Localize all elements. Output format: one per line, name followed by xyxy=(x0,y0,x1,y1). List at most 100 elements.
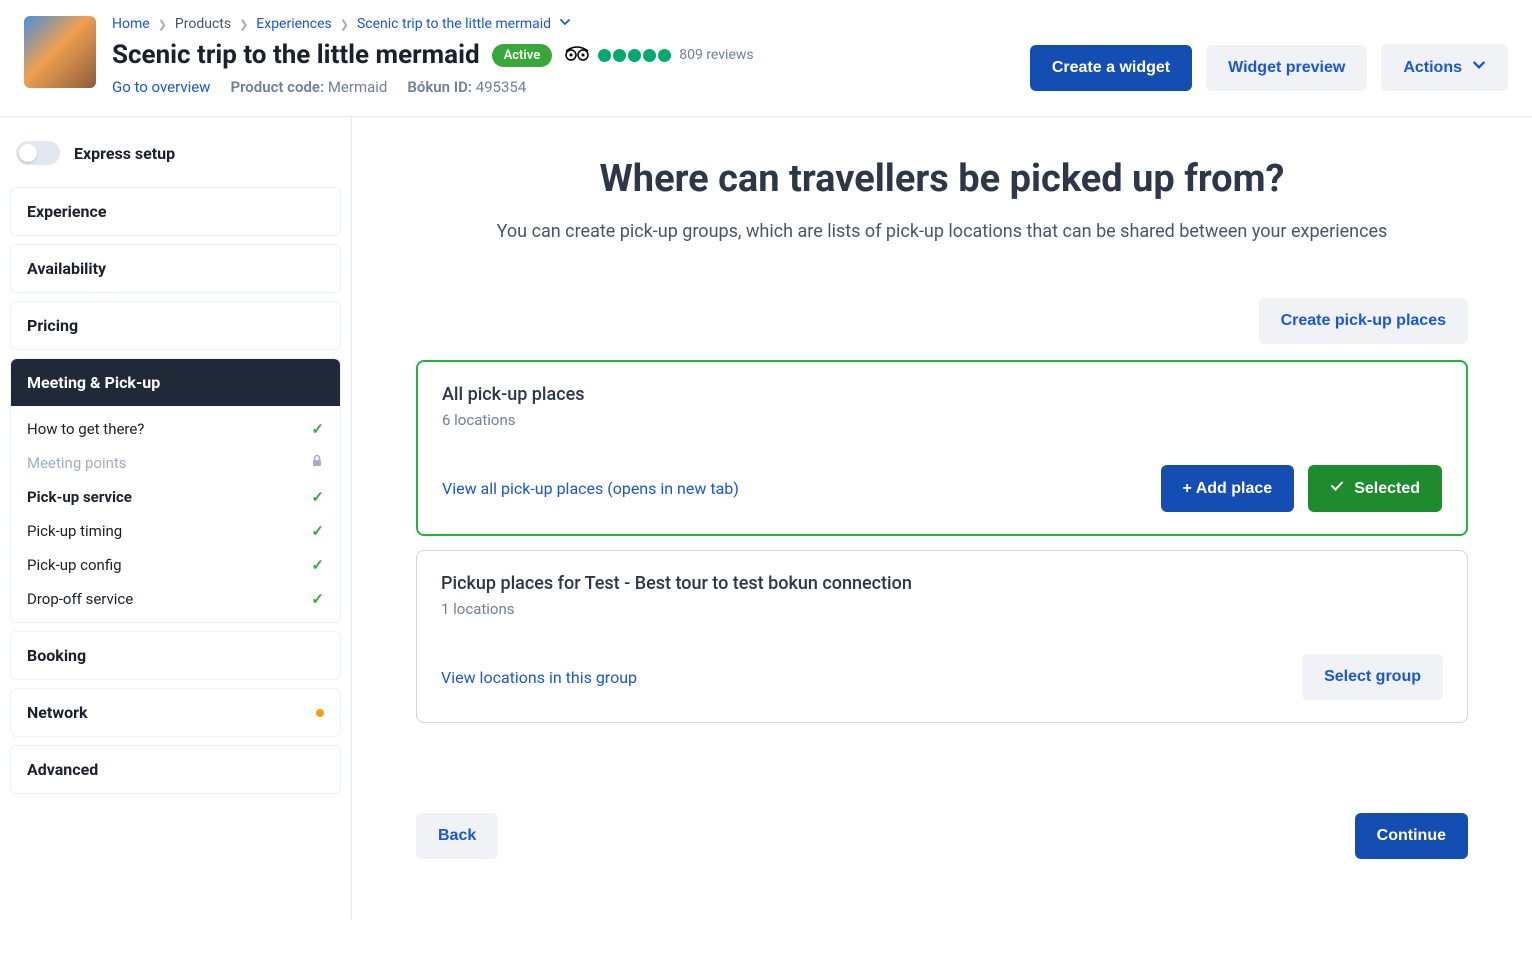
page-subheading: You can create pick-up groups, which are… xyxy=(416,221,1468,242)
breadcrumb-experiences[interactable]: Experiences xyxy=(256,16,331,32)
breadcrumb-products: Products xyxy=(175,16,231,32)
nav-how-to-get-there[interactable]: How to get there? ✓ xyxy=(11,412,340,446)
nav-pickup-timing[interactable]: Pick-up timing ✓ xyxy=(11,514,340,548)
sidebar-section-availability[interactable]: Availability xyxy=(10,244,341,293)
product-thumbnail xyxy=(24,16,96,88)
product-code: Product code: Mermaid xyxy=(230,78,387,96)
sidebar-header-experience[interactable]: Experience xyxy=(11,188,340,235)
check-icon xyxy=(1330,479,1344,498)
chevron-right-icon: ❯ xyxy=(239,18,248,31)
sidebar-section-advanced[interactable]: Advanced xyxy=(10,745,341,794)
pickup-group-card: All pick-up places 6 locations View all … xyxy=(416,360,1468,536)
reviews-count: 809 reviews xyxy=(679,47,753,63)
sidebar-header-pricing[interactable]: Pricing xyxy=(11,302,340,349)
meeting-nav-items: How to get there? ✓ Meeting points Pick-… xyxy=(11,406,340,622)
tripadvisor-icon xyxy=(564,45,590,65)
sidebar-header-booking[interactable]: Booking xyxy=(11,632,340,679)
check-icon: ✓ xyxy=(311,488,324,506)
express-label: Express setup xyxy=(74,144,175,163)
pickup-group-title: All pick-up places xyxy=(442,384,1442,405)
header-info: Home ❯ Products ❯ Experiences ❯ Scenic t… xyxy=(112,16,754,96)
pickup-group-actions: + Add place Selected xyxy=(1161,465,1442,512)
check-icon: ✓ xyxy=(311,590,324,608)
sidebar-section-meeting: Meeting & Pick-up How to get there? ✓ Me… xyxy=(10,358,341,623)
view-locations-link[interactable]: View locations in this group xyxy=(441,668,637,687)
status-dot-icon xyxy=(316,709,324,717)
nav-item-label: Meeting points xyxy=(27,454,127,472)
main-content: Where can travellers be picked up from? … xyxy=(352,117,1532,919)
nav-item-label: How to get there? xyxy=(27,420,144,438)
rating-dots xyxy=(598,49,671,62)
rating-dot-icon xyxy=(613,49,626,62)
top-actions: Create pick-up places xyxy=(416,298,1468,344)
actions-label: Actions xyxy=(1403,59,1462,77)
continue-button[interactable]: Continue xyxy=(1355,813,1468,859)
sidebar-header-meeting[interactable]: Meeting & Pick-up xyxy=(11,359,340,406)
header-left: Home ❯ Products ❯ Experiences ❯ Scenic t… xyxy=(24,16,1030,96)
selected-button[interactable]: Selected xyxy=(1308,465,1442,512)
sidebar-section-network[interactable]: Network xyxy=(10,688,341,737)
sidebar-section-experience[interactable]: Experience xyxy=(10,187,341,236)
nav-item-label: Pick-up config xyxy=(27,556,122,574)
express-setup-row: Express setup xyxy=(10,141,341,187)
selected-label: Selected xyxy=(1354,480,1420,498)
pickup-group-row: View all pick-up places (opens in new ta… xyxy=(442,465,1442,512)
pickup-group-row: View locations in this group Select grou… xyxy=(441,654,1443,700)
breadcrumb: Home ❯ Products ❯ Experiences ❯ Scenic t… xyxy=(112,16,754,32)
footer-actions: Back Continue xyxy=(416,813,1468,859)
product-title: Scenic trip to the little mermaid xyxy=(112,40,480,70)
status-badge: Active xyxy=(492,44,553,67)
product-code-value: Mermaid xyxy=(328,78,388,96)
nav-item-label: Drop-off service xyxy=(27,590,133,608)
sidebar: Express setup Experience Availability Pr… xyxy=(0,117,352,919)
page-header: Home ❯ Products ❯ Experiences ❯ Scenic t… xyxy=(0,0,1532,117)
bokun-id: Bókun ID: 495354 xyxy=(407,78,526,96)
nav-pickup-config[interactable]: Pick-up config ✓ xyxy=(11,548,340,582)
back-button[interactable]: Back xyxy=(416,813,498,859)
express-toggle[interactable] xyxy=(16,141,60,165)
breadcrumb-current[interactable]: Scenic trip to the little mermaid xyxy=(357,16,551,32)
rating-dot-icon xyxy=(628,49,641,62)
chevron-down-icon[interactable] xyxy=(559,16,571,32)
actions-button[interactable]: Actions xyxy=(1381,44,1508,91)
meta-row: Go to overview Product code: Mermaid Bók… xyxy=(112,78,754,96)
select-group-button[interactable]: Select group xyxy=(1302,654,1443,700)
widget-preview-button[interactable]: Widget preview xyxy=(1206,45,1367,91)
breadcrumb-home[interactable]: Home xyxy=(112,16,150,32)
create-pickup-places-button[interactable]: Create pick-up places xyxy=(1259,298,1468,344)
rating-dot-icon xyxy=(643,49,656,62)
nav-pickup-service[interactable]: Pick-up service ✓ xyxy=(11,480,340,514)
bokun-id-label: Bókun ID: xyxy=(407,78,472,96)
sidebar-header-network[interactable]: Network xyxy=(11,689,340,736)
pickup-group-card: Pickup places for Test - Best tour to te… xyxy=(416,550,1468,723)
sidebar-header-advanced[interactable]: Advanced xyxy=(11,746,340,793)
lock-icon xyxy=(310,454,324,472)
overview-link[interactable]: Go to overview xyxy=(112,78,210,96)
nav-item-label: Pick-up service xyxy=(27,488,132,506)
view-locations-link[interactable]: View all pick-up places (opens in new ta… xyxy=(442,479,739,498)
sidebar-header-availability[interactable]: Availability xyxy=(11,245,340,292)
nav-network-label: Network xyxy=(27,703,88,722)
create-widget-button[interactable]: Create a widget xyxy=(1030,45,1192,91)
rating-dot-icon xyxy=(598,49,611,62)
nav-item-label: Pick-up timing xyxy=(27,522,122,540)
reviews-wrap: 809 reviews xyxy=(564,45,753,65)
chevron-right-icon: ❯ xyxy=(158,18,167,31)
chevron-down-icon xyxy=(1472,58,1486,77)
product-code-label: Product code: xyxy=(230,78,324,96)
nav-meeting-points: Meeting points xyxy=(11,446,340,480)
nav-dropoff-service[interactable]: Drop-off service ✓ xyxy=(11,582,340,616)
layout: Express setup Experience Availability Pr… xyxy=(0,117,1532,919)
pickup-group-count: 1 locations xyxy=(441,600,1443,618)
pickup-group-actions: Select group xyxy=(1302,654,1443,700)
add-place-button[interactable]: + Add place xyxy=(1161,465,1295,512)
rating-dot-icon xyxy=(658,49,671,62)
pickup-group-count: 6 locations xyxy=(442,411,1442,429)
sidebar-section-pricing[interactable]: Pricing xyxy=(10,301,341,350)
title-row: Scenic trip to the little mermaid Active… xyxy=(112,40,754,70)
pickup-group-title: Pickup places for Test - Best tour to te… xyxy=(441,573,1443,594)
bokun-id-value: 495354 xyxy=(476,78,527,96)
check-icon: ✓ xyxy=(311,522,324,540)
sidebar-section-booking[interactable]: Booking xyxy=(10,631,341,680)
header-actions: Create a widget Widget preview Actions xyxy=(1030,16,1508,91)
